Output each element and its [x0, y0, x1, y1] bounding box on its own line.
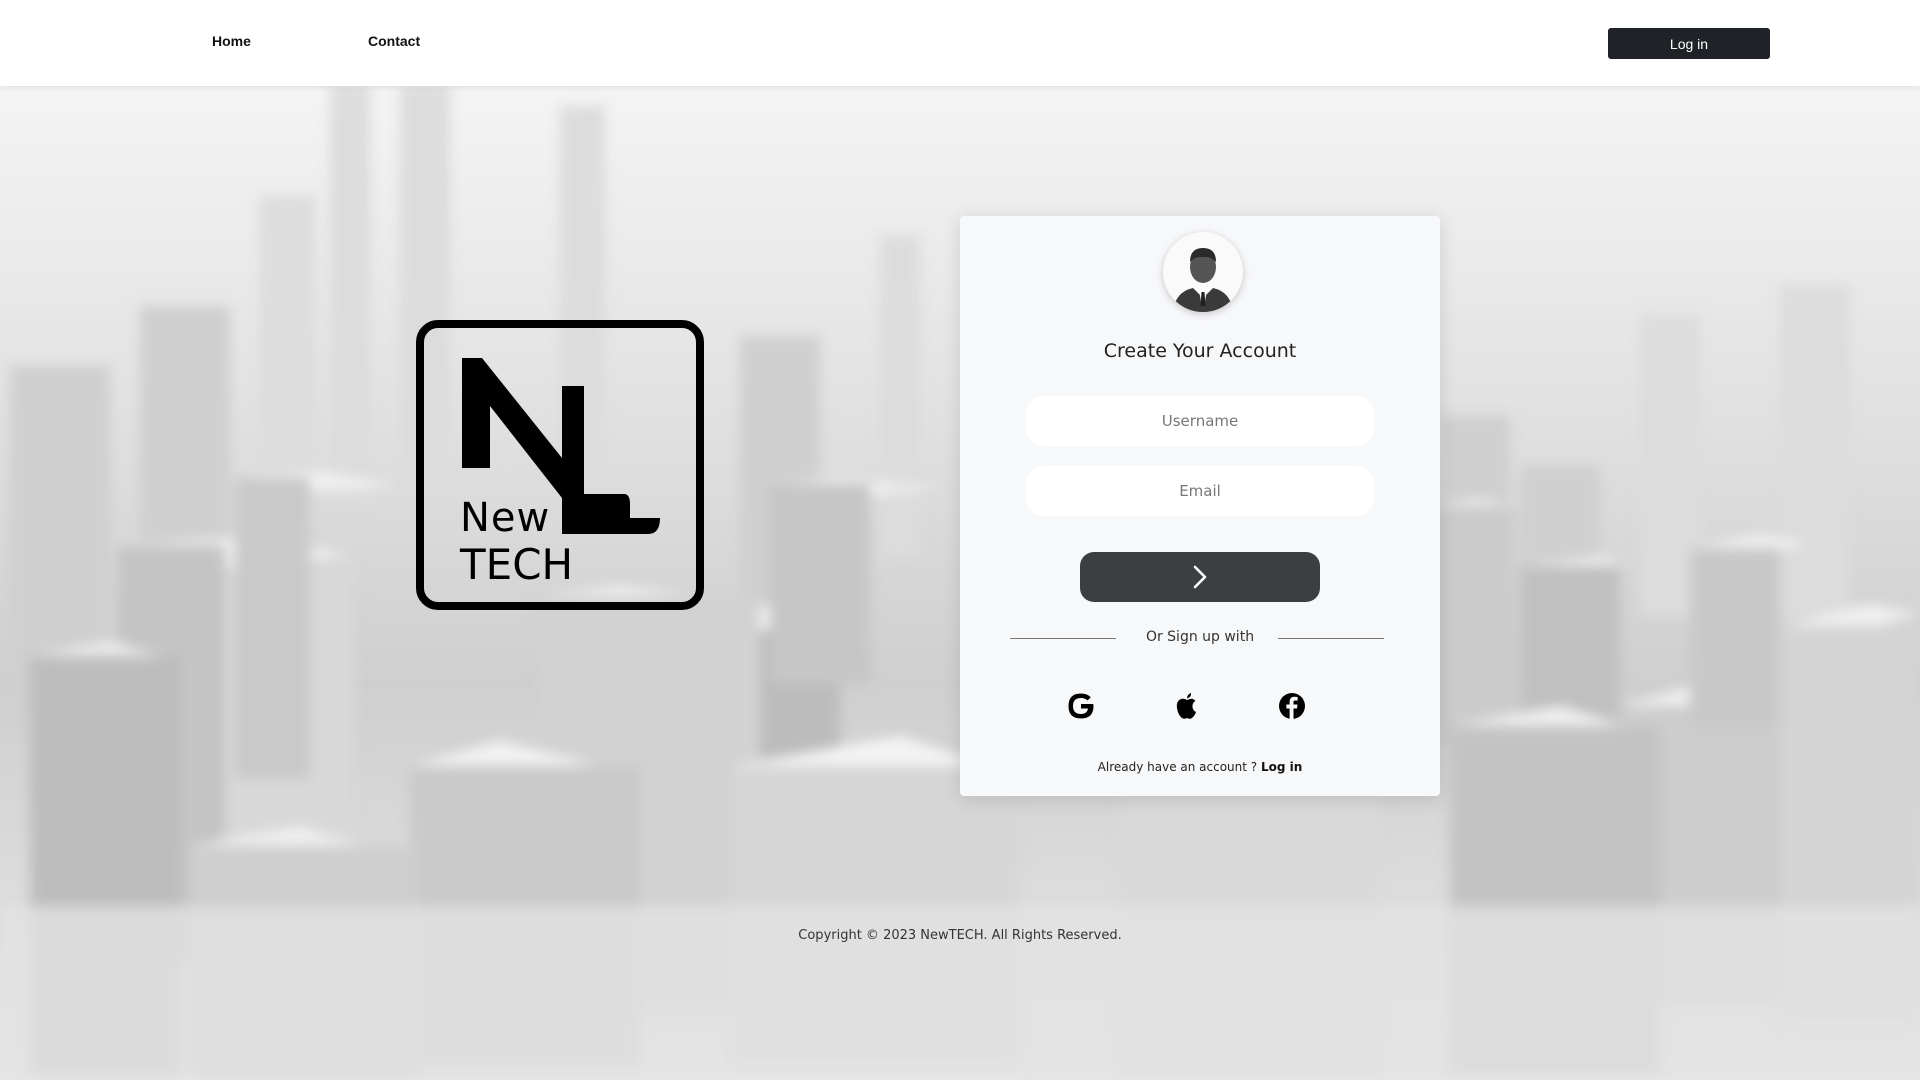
facebook-signup-button[interactable]	[1274, 688, 1310, 724]
avatar	[1163, 232, 1243, 312]
google-icon	[1068, 693, 1094, 719]
signup-title: Create Your Account	[1103, 340, 1297, 362]
email-input[interactable]	[1026, 466, 1374, 516]
apple-signup-button[interactable]	[1169, 688, 1205, 724]
footer-copyright: Copyright © 2023 NewTECH. All Rights Res…	[798, 928, 1122, 943]
nav-contact-link[interactable]: Contact	[368, 33, 420, 49]
divider-right	[1278, 638, 1384, 639]
facebook-icon	[1279, 693, 1305, 719]
have-account-row: Already have an account ? Log in	[960, 760, 1440, 774]
divider-text: Or Sign up with	[1145, 629, 1255, 645]
logo-text-new: New	[460, 495, 551, 541]
nav-home-link[interactable]: Home	[212, 33, 251, 49]
logo-text-tech: TECH	[460, 540, 574, 589]
top-navbar: Home Contact Log in	[0, 0, 1920, 86]
username-input[interactable]	[1026, 396, 1374, 446]
chevron-right-icon	[1193, 565, 1207, 589]
login-link[interactable]: Log in	[1261, 760, 1302, 774]
nav-login-button[interactable]: Log in	[1608, 28, 1770, 59]
apple-icon	[1176, 693, 1196, 719]
user-avatar-icon	[1173, 248, 1233, 312]
google-signup-button[interactable]	[1063, 688, 1099, 724]
have-account-text: Already have an account ?	[1097, 760, 1258, 774]
submit-button[interactable]	[1080, 552, 1320, 602]
signup-card: Create Your Account Or Sign up with Alre…	[960, 216, 1440, 796]
newtech-logo: New TECH	[416, 320, 704, 610]
